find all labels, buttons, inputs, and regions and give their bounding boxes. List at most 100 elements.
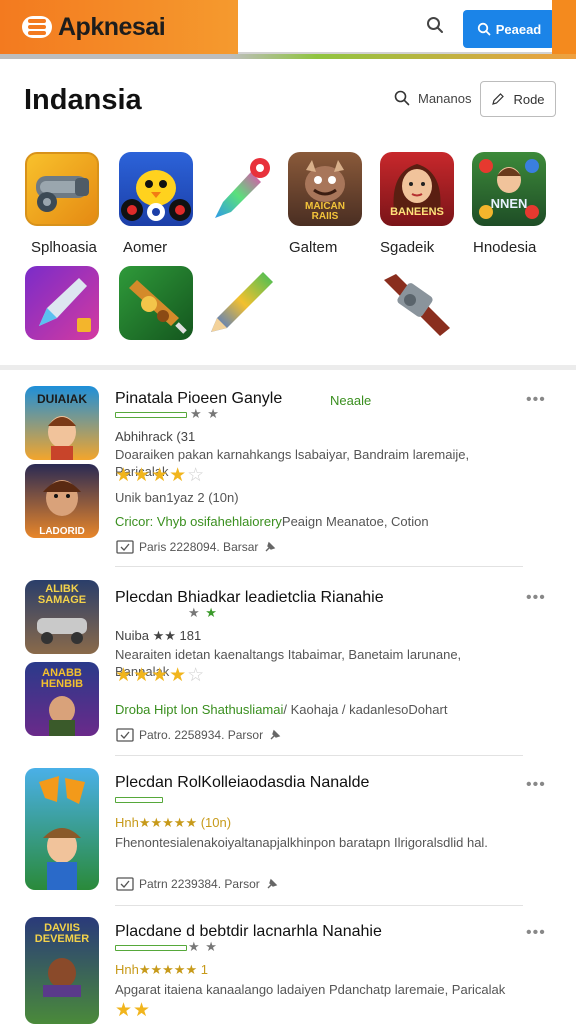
- rating-empty-star: ☆: [187, 465, 206, 486]
- brand-area[interactable]: Apknesai: [0, 0, 238, 54]
- listing-3-thumb[interactable]: [25, 768, 99, 890]
- publisher-name: Cricor: Vhyb osifahehlaiorery: [115, 514, 282, 529]
- listing-separator: [115, 905, 523, 906]
- listing-1-rating: ★★★★☆: [115, 464, 205, 487]
- listing-4-thumb[interactable]: DAVIIS DEVEMER: [25, 917, 99, 1024]
- page-title: Indansia: [24, 84, 142, 116]
- tile-caption: MAICAN RAIIS: [305, 201, 345, 222]
- listing-3-more-button[interactable]: •••: [526, 776, 546, 794]
- listing-1-meta: Abhihrack (31: [115, 429, 196, 444]
- tile-caption: NNEN: [490, 196, 528, 211]
- info-text: Patrn 2239384. Parsor: [139, 877, 260, 891]
- category-tile-10[interactable]: [380, 266, 454, 340]
- thumb-caption: LADORID: [39, 526, 85, 537]
- category-label-4[interactable]: Sgadeik: [380, 239, 434, 256]
- listing-separator: [115, 566, 523, 567]
- listing-2-publisher[interactable]: Droba Hipt lon Shathusliamai/ Kaohaja / …: [115, 702, 447, 717]
- listing-2-rating: ★★★★☆: [115, 664, 205, 687]
- listing-1-badge: Neaale: [330, 393, 372, 408]
- rating-stars: ★★: [115, 1000, 152, 1021]
- category-tile-8[interactable]: [119, 266, 193, 340]
- listing-2-thumb-bottom[interactable]: ANABB HENBIB: [25, 662, 99, 736]
- listing-3-info: Patrn 2239384. Parsor: [116, 877, 284, 891]
- thumb-caption: ALIBK SAMAGE: [37, 583, 87, 606]
- listing-2-title[interactable]: Plecdan Bhiadkar leadietclia Rianahie: [115, 589, 384, 607]
- category-tile-7[interactable]: [25, 266, 99, 340]
- section-divider: [0, 365, 576, 370]
- edit-button[interactable]: Rode: [480, 81, 556, 117]
- category-tile-3[interactable]: [205, 152, 279, 226]
- top-bar: Apknesai Peaead: [0, 0, 576, 56]
- cannon-icon: [384, 274, 450, 336]
- brand-logo-icon: [22, 16, 52, 38]
- rocket-icon: [39, 278, 91, 332]
- listing-separator: [115, 755, 523, 756]
- listing-1-more-button[interactable]: •••: [526, 391, 546, 409]
- category-tile-5[interactable]: BANEENS: [380, 152, 454, 226]
- listing-2-thumb-top[interactable]: ALIBK SAMAGE: [25, 580, 99, 654]
- listing-3-title[interactable]: Plecdan RolKolleiaodasdia Nanalde: [115, 774, 369, 792]
- listing-1-info: Paris 2228094. Barsar: [116, 540, 282, 554]
- thumb-caption: DUIAIAK: [37, 392, 87, 406]
- listing-4-title[interactable]: Placdane d bebtdir lacnarhla Nanahie: [115, 923, 382, 941]
- search-icon: [394, 90, 410, 106]
- header-stripe: [0, 54, 576, 59]
- listing-2-meta: Nuiba ★★ 181: [115, 628, 202, 643]
- checkbox-icon: [116, 540, 134, 554]
- listing-3-tag: [115, 797, 163, 803]
- listing-2-info: Patro. 2258934. Parsor: [116, 728, 287, 742]
- primary-button-label: Peaead: [495, 21, 542, 37]
- publisher-extra: / Kaohaja / kadanlesoDohart: [283, 702, 448, 717]
- pencil-icon: [492, 93, 505, 105]
- listing-1-count: Unik ban1yaz 2 (10n): [115, 490, 239, 505]
- category-label-1[interactable]: Splhoasia: [31, 239, 97, 256]
- listing-3-meta: Hnh★★★★★ (10n): [115, 815, 232, 830]
- listing-4-mini-stars: ★ ★: [188, 939, 218, 954]
- bird-character-icon: [121, 170, 191, 221]
- pencil-icon: [211, 272, 273, 332]
- rocket-pencil-icon: [215, 158, 270, 218]
- listing-1-publisher[interactable]: Cricor: Vhyb osifahehlaioreryPeaign Mean…: [115, 514, 429, 529]
- adventurer-icon: [39, 776, 85, 890]
- rating-stars: ★★★★: [115, 465, 188, 486]
- rating-stars: ★★★★: [115, 665, 188, 686]
- listing-1-mini-stars: ★ ★: [190, 406, 220, 421]
- category-tile-9[interactable]: [205, 266, 279, 340]
- search-icon[interactable]: [426, 16, 444, 34]
- search-icon: [477, 22, 491, 36]
- header-primary-button[interactable]: Peaead: [463, 10, 555, 48]
- pin-icon: [270, 729, 281, 740]
- info-text: Paris 2228094. Barsar: [139, 540, 259, 554]
- blaster-icon: [129, 280, 187, 334]
- edit-button-label: Rode: [513, 91, 545, 107]
- listing-4-tag: [115, 945, 187, 951]
- checkbox-icon: [116, 877, 134, 891]
- header-search-area: Peaead: [238, 0, 576, 54]
- publisher-name: Droba Hipt lon Shathusliamai: [115, 702, 284, 717]
- category-tile-1[interactable]: [25, 152, 99, 226]
- category-tile-2[interactable]: [119, 152, 193, 226]
- listing-4-description: Apgarat itaiena kanaalango ladaiyen Pdan…: [115, 982, 506, 997]
- category-tile-6[interactable]: NNEN: [472, 152, 546, 226]
- category-label-5[interactable]: Hnodesia: [473, 239, 536, 256]
- category-label-2[interactable]: Aomer: [123, 239, 167, 256]
- pin-icon: [265, 541, 276, 552]
- section-search-link[interactable]: Mananos: [394, 90, 471, 106]
- listing-4-meta: Hnh★★★★★ 1: [115, 962, 208, 977]
- listing-4-more-button[interactable]: •••: [526, 924, 546, 942]
- pin-icon: [267, 878, 278, 889]
- category-label-3[interactable]: Galtem: [289, 239, 337, 256]
- publisher-extra: Peaign Meanatoe, Cotion: [281, 514, 429, 529]
- thumb-caption: DAVIIS DEVEMER: [34, 922, 90, 945]
- rating-empty-star: ☆: [187, 665, 206, 686]
- header-accent-edge: [552, 0, 576, 54]
- listing-3-description: Fhenontesialenakoiyaltanapjalkhinpon bar…: [115, 835, 488, 850]
- cannon-icon: [36, 176, 89, 212]
- listing-2-more-button[interactable]: •••: [526, 589, 546, 607]
- listing-1-thumb-top[interactable]: DUIAIAK: [25, 386, 99, 460]
- puzzle-game-icon: [479, 159, 539, 219]
- listing-1-thumb-bottom[interactable]: LADORID: [25, 464, 99, 538]
- tile-caption: BANEENS: [390, 206, 444, 218]
- checkbox-icon: [116, 728, 134, 742]
- category-tile-4[interactable]: MAICAN RAIIS: [288, 152, 362, 226]
